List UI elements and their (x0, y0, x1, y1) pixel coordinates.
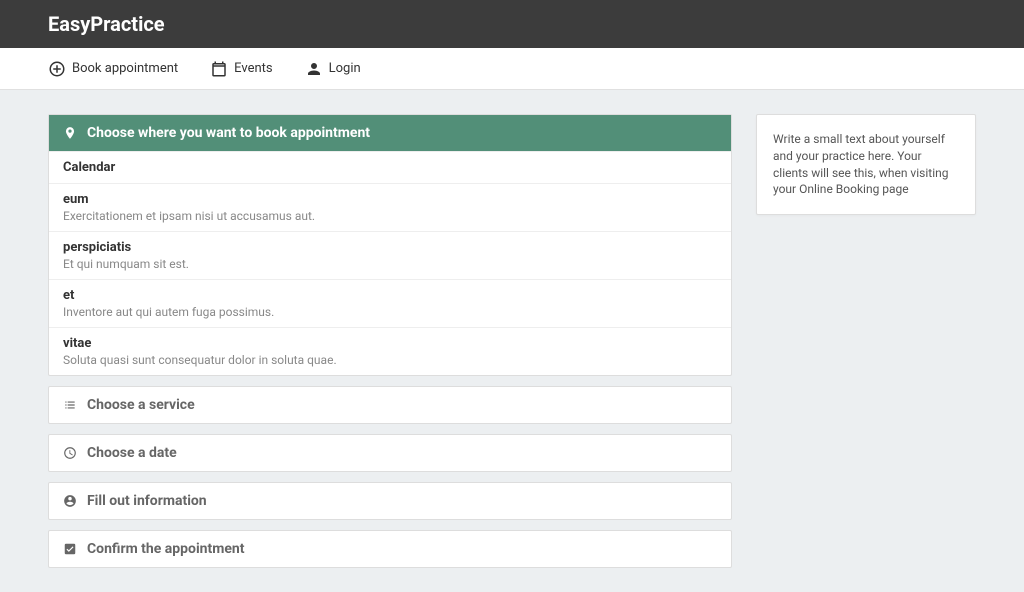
check-box-icon (63, 542, 77, 556)
step-where-header[interactable]: Choose where you want to book appointmen… (49, 115, 731, 151)
step-info-header[interactable]: Fill out information (49, 483, 731, 519)
step-service-title: Choose a service (87, 397, 195, 413)
step-service-card: Choose a service (48, 386, 732, 424)
step-confirm-title: Confirm the appointment (87, 541, 245, 557)
step-where-card: Choose where you want to book appointmen… (48, 114, 732, 376)
site-title: EasyPractice (48, 12, 165, 36)
sidebar: Write a small text about yourself and yo… (756, 114, 976, 215)
about-text: Write a small text about yourself and yo… (773, 132, 948, 196)
about-card: Write a small text about yourself and yo… (756, 114, 976, 215)
add-circle-icon (48, 60, 66, 78)
calendar-option[interactable]: vitae Soluta quasi sunt consequatur dolo… (49, 327, 731, 375)
booking-steps: Choose where you want to book appointmen… (48, 114, 732, 568)
step-service-header[interactable]: Choose a service (49, 387, 731, 423)
navbar: Book appointment Events Login (0, 48, 1024, 90)
top-header: EasyPractice (0, 0, 1024, 48)
step-where-title: Choose where you want to book appointmen… (87, 125, 370, 141)
nav-events[interactable]: Events (210, 60, 272, 78)
step-info-title: Fill out information (87, 493, 207, 509)
person-icon (305, 60, 323, 78)
location-icon (63, 126, 77, 140)
step-info-card: Fill out information (48, 482, 732, 520)
nav-login-label: Login (329, 61, 361, 76)
calendar-option-desc: Soluta quasi sunt consequatur dolor in s… (63, 353, 717, 367)
calendar-option[interactable]: et Inventore aut qui autem fuga possimus… (49, 279, 731, 327)
calendar-option[interactable]: perspiciatis Et qui numquam sit est. (49, 231, 731, 279)
calendar-option-desc: Exercitationem et ipsam nisi ut accusamu… (63, 209, 717, 223)
calendar-icon (210, 60, 228, 78)
nav-book-label: Book appointment (72, 61, 178, 76)
step-date-card: Choose a date (48, 434, 732, 472)
calendar-subheader: Calendar (49, 151, 731, 183)
list-icon (63, 398, 77, 412)
calendar-option-title: eum (63, 192, 717, 207)
calendar-option[interactable]: eum Exercitationem et ipsam nisi ut accu… (49, 183, 731, 231)
step-date-title: Choose a date (87, 445, 177, 461)
clock-icon (63, 446, 77, 460)
nav-login[interactable]: Login (305, 60, 361, 78)
step-date-header[interactable]: Choose a date (49, 435, 731, 471)
calendar-option-title: vitae (63, 336, 717, 351)
main-container: Choose where you want to book appointmen… (0, 90, 1024, 592)
nav-book-appointment[interactable]: Book appointment (48, 60, 178, 78)
calendar-option-desc: Et qui numquam sit est. (63, 257, 717, 271)
calendar-option-desc: Inventore aut qui autem fuga possimus. (63, 305, 717, 319)
calendar-option-title: perspiciatis (63, 240, 717, 255)
step-confirm-header[interactable]: Confirm the appointment (49, 531, 731, 567)
calendar-option-title: et (63, 288, 717, 303)
account-circle-icon (63, 494, 77, 508)
nav-events-label: Events (234, 61, 272, 76)
step-confirm-card: Confirm the appointment (48, 530, 732, 568)
